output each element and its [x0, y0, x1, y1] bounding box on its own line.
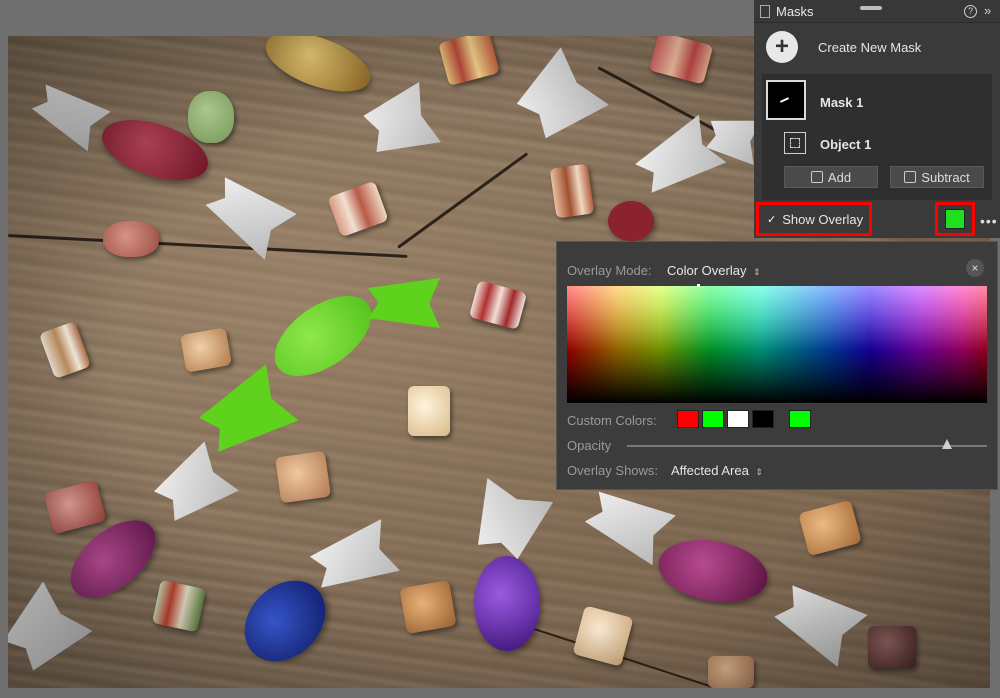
dropdown-icon: ⇕: [755, 467, 763, 477]
striped-candy: [468, 280, 528, 330]
add-label: Add: [827, 169, 852, 185]
overlay-mode-value: Color Overlay: [667, 263, 747, 278]
picker-marker[interactable]: [697, 284, 700, 287]
show-overlay-label: Show Overlay: [782, 211, 864, 227]
candy-wrapper-end: [580, 482, 676, 566]
candy-wrapper-end: [704, 112, 761, 165]
candy-wrapper-end: [199, 168, 297, 260]
collapse-icon[interactable]: »: [984, 3, 991, 18]
overlay-shows-value: Affected Area: [671, 463, 749, 478]
pink-wrapped-candy: [653, 531, 773, 611]
panel-icon: [760, 4, 770, 18]
plus-icon: +: [766, 31, 798, 63]
custom-color-green[interactable]: [702, 410, 724, 428]
candy-wrapper-end: [768, 575, 867, 667]
striped-candy: [549, 163, 595, 219]
mask-name[interactable]: Mask 1: [820, 95, 863, 110]
help-icon[interactable]: ?: [964, 5, 977, 18]
striped-candy: [38, 320, 92, 380]
cream-candy: [408, 386, 450, 436]
striped-candy: [648, 36, 714, 85]
caramel-candy: [399, 580, 457, 634]
candy-wrapper-end: [8, 582, 92, 681]
candy-wrapper-end: [630, 115, 727, 203]
custom-color-black[interactable]: [752, 410, 774, 428]
custom-colors-label: Custom Colors:: [567, 413, 657, 428]
masked-candy-overlay: [368, 278, 440, 328]
mask-thumbnail[interactable]: [766, 80, 806, 120]
overlay-shows-label: Overlay Shows:: [567, 463, 659, 478]
pink-candy: [43, 479, 107, 535]
overlay-color-swatch[interactable]: [935, 202, 975, 236]
candy-wrapper-end: [306, 519, 400, 598]
create-new-mask-button[interactable]: + Create New Mask: [766, 31, 921, 63]
overlay-row: ✓ Show Overlay •••: [754, 200, 1000, 238]
dropdown-icon: ⇕: [753, 267, 761, 277]
candy-wrapper-end: [507, 47, 609, 149]
caramel-candy: [798, 499, 862, 557]
pink-candy: [103, 221, 159, 257]
add-button[interactable]: Add: [784, 166, 878, 188]
wood-crack: [527, 626, 776, 688]
add-brush-icon: [810, 171, 823, 183]
create-new-mask-label: Create New Mask: [818, 39, 922, 55]
candy-wrapper-end: [27, 77, 111, 152]
striped-candy: [438, 36, 500, 86]
dark-candy: [868, 626, 916, 668]
opacity-slider-thumb[interactable]: [942, 439, 953, 449]
candy-wrapper-end: [359, 82, 441, 164]
candy-wrapper-end: [465, 478, 553, 564]
blue-wrapped-candy: [228, 564, 342, 678]
caramel-candy: [275, 450, 331, 504]
purple-wrapped-candy: [474, 556, 540, 651]
red-wrapped-candy: [608, 201, 654, 241]
pink-wrapped-candy: [56, 505, 170, 613]
caramel-candy: [180, 327, 232, 373]
overlay-mode-label: Overlay Mode:: [567, 263, 652, 278]
striped-candy: [327, 180, 389, 238]
overlay-mode-dropdown[interactable]: Color Overlay ⇕: [667, 263, 761, 278]
checkmark-icon: ✓: [767, 213, 777, 226]
striped-candy: [151, 579, 207, 633]
wood-crack: [8, 234, 408, 258]
overlay-color-chip: [945, 209, 965, 229]
candy-wrapper-end: [147, 441, 239, 530]
cream-candy: [572, 605, 634, 667]
more-icon[interactable]: •••: [980, 213, 998, 229]
object-select-icon[interactable]: [784, 132, 806, 154]
subtract-label: Subtract: [921, 169, 970, 185]
wood-crack: [597, 66, 740, 144]
panel-grip[interactable]: [860, 6, 882, 10]
custom-color-red[interactable]: [677, 410, 699, 428]
masks-panel: Masks ? » + Create New Mask Mask 1 Objec…: [754, 0, 1000, 238]
masked-candy-overlay: [192, 364, 298, 463]
color-spectrum[interactable]: [567, 286, 987, 403]
wood-crack: [397, 152, 529, 249]
object-name[interactable]: Object 1: [820, 137, 871, 152]
show-overlay-checkbox[interactable]: ✓ Show Overlay: [756, 202, 872, 236]
opacity-label: Opacity: [567, 438, 612, 453]
overlay-options-popup: Overlay Mode: Color Overlay ⇕ × Custom C…: [556, 241, 998, 490]
mask-list: Mask 1 Object 1 Add Subtract: [762, 74, 992, 200]
custom-color-white[interactable]: [727, 410, 749, 428]
panel-header: Masks ? »: [754, 0, 1000, 23]
subtract-button[interactable]: Subtract: [890, 166, 984, 188]
close-icon[interactable]: ×: [966, 259, 984, 277]
masked-candy-overlay: [260, 279, 386, 393]
green-candy: [188, 91, 234, 143]
subtract-brush-icon: [904, 171, 917, 183]
gold-wrapped-candy: [258, 36, 378, 104]
panel-title: Masks: [776, 3, 814, 19]
selected-color-swatch[interactable]: [789, 410, 811, 428]
opacity-slider[interactable]: [627, 445, 987, 447]
overlay-shows-dropdown[interactable]: Affected Area ⇕: [671, 463, 763, 478]
caramel-candy: [708, 656, 754, 688]
red-wrapped-candy: [94, 108, 216, 192]
